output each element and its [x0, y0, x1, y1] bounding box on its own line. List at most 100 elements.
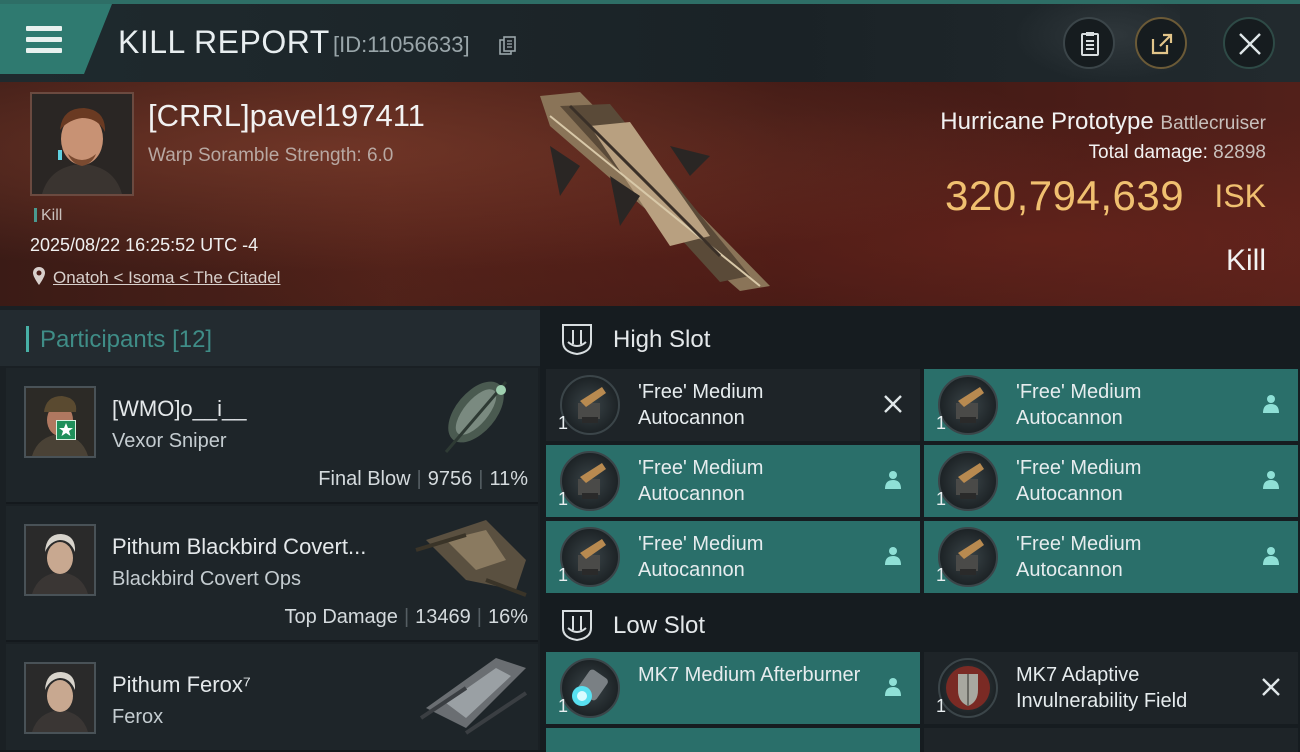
participant-stats: Top Damage | 13469 | 16%	[284, 606, 528, 628]
report-id: [ID:11056633]	[333, 32, 470, 57]
module-name: 'Free' Medium Autocannon	[1016, 381, 1142, 429]
victim-name[interactable]: [CRRL]pavel197411	[148, 98, 425, 134]
copy-icon[interactable]	[499, 36, 517, 56]
autocannon-icon	[560, 451, 620, 511]
isk-value: 320,794,639	[945, 172, 1185, 219]
autocannon-icon	[560, 527, 620, 587]
module-name: 'Free' Medium Autocannon	[638, 457, 764, 505]
participant-row[interactable]: [WMO]o__i__ Vexor Sniper Final Blow | 9756…	[6, 368, 538, 504]
module-quantity: 1	[936, 489, 947, 509]
participant-row[interactable]: Pithum Ferox⁷ Ferox	[6, 644, 538, 750]
module-item-partial[interactable]	[924, 728, 1298, 752]
module-item[interactable]: 1 'Free' Medium Autocannon	[924, 445, 1298, 517]
participant-name: Pithum Ferox⁷	[112, 672, 251, 697]
module-quantity: 1	[558, 565, 569, 585]
shield-module-icon	[938, 658, 998, 718]
module-item[interactable]: 1 'Free' Medium Autocannon	[924, 521, 1298, 593]
module-quantity: 1	[558, 696, 569, 716]
destroyed-icon	[1262, 678, 1280, 696]
module-item[interactable]: 1 'Free' Medium Autocannon	[546, 369, 920, 441]
participant-avatar	[24, 662, 96, 734]
dropped-person-icon	[885, 547, 901, 565]
participants-count: [12]	[172, 326, 213, 353]
hamburger-icon	[26, 26, 62, 54]
participant-damage: 9756	[427, 468, 473, 490]
participant-ship-image	[419, 658, 528, 735]
participant-row[interactable]: Pithum Blackbird Covert... Blackbird Cov…	[6, 506, 538, 642]
kill-tag: Kill	[34, 207, 62, 225]
module-item[interactable]: 1 MK7 Adaptive Invulnerability Field	[924, 652, 1298, 724]
module-quantity: 1	[558, 489, 569, 509]
participant-avatar	[24, 524, 96, 596]
result-label: Kill	[1225, 244, 1266, 277]
ship-name-text: Hurricane Prototype	[940, 108, 1154, 135]
module-item[interactable]: 1 MK7 Medium Afterburner	[546, 652, 920, 724]
autocannon-icon	[938, 451, 998, 511]
isk-unit: ISK	[1214, 178, 1266, 214]
module-quantity: 1	[936, 696, 947, 716]
participant-name: [WMO]o__i__	[112, 396, 247, 421]
high-slot-header: High Slot	[546, 310, 1296, 366]
participant-stat-label: Final Blow	[318, 468, 411, 490]
dropped-person-icon	[885, 471, 901, 489]
ship-class-text: Battlecruiser	[1160, 113, 1266, 134]
autocannon-icon	[938, 527, 998, 587]
module-item[interactable]: 1 'Free' Medium Autocannon	[546, 521, 920, 593]
participant-ship-image	[444, 381, 508, 453]
low-slot-header: Low Slot	[546, 596, 1296, 652]
dropped-person-icon	[1263, 395, 1279, 413]
kill-datetime: 2025/08/22 16:25:52 UTC -4	[30, 235, 259, 255]
dropped-person-icon	[1263, 547, 1279, 565]
share-icon	[1151, 33, 1173, 55]
participant-name: Pithum Blackbird Covert...	[112, 534, 367, 559]
module-item[interactable]: 1 'Free' Medium Autocannon	[546, 445, 920, 517]
dropped-person-icon	[885, 678, 901, 696]
low-slot-title: Low Slot	[613, 612, 706, 639]
participant-ship: Vexor Sniper	[112, 430, 227, 452]
high-slot-title: High Slot	[613, 326, 711, 353]
module-name: 'Free' Medium Autocannon	[638, 533, 764, 581]
participants-title-accent	[26, 326, 29, 352]
victim-portrait[interactable]	[30, 92, 134, 196]
module-quantity: 1	[558, 413, 569, 433]
afterburner-icon	[560, 658, 620, 718]
kill-tag-label: Kill	[41, 207, 63, 224]
clipboard-icon	[1081, 32, 1099, 56]
module-item-partial[interactable]	[546, 728, 920, 752]
module-name: 'Free' Medium Autocannon	[1016, 457, 1142, 505]
high-slot-icon	[562, 324, 592, 356]
share-button[interactable]	[1135, 17, 1187, 69]
close-icon	[1239, 33, 1261, 55]
participant-percent: 11%	[489, 468, 528, 490]
victim-avatar	[32, 94, 132, 194]
total-damage-label: Total damage:	[1088, 142, 1208, 163]
participant-percent: 16%	[487, 606, 528, 628]
module-name: MK7 Adaptive Invulnerability Field	[1016, 664, 1188, 712]
module-name: 'Free' Medium Autocannon	[1016, 533, 1142, 581]
participants-title: Participants [12]	[40, 326, 212, 354]
participant-stat-label: Top Damage	[284, 606, 398, 628]
participant-ship: Ferox	[112, 706, 164, 728]
autocannon-icon	[560, 375, 620, 435]
participant-stats: Final Blow | 9756 | 11%	[318, 468, 528, 490]
location-pin-icon	[33, 267, 45, 285]
participant-damage: 13469	[415, 606, 471, 628]
close-button[interactable]	[1223, 17, 1275, 69]
dropped-person-icon	[1263, 471, 1279, 489]
page-title: KILL REPORT	[118, 24, 330, 60]
module-quantity: 1	[936, 565, 947, 585]
low-slot-icon	[562, 610, 592, 642]
victim-ship-image	[540, 92, 770, 291]
clipboard-button[interactable]	[1063, 17, 1115, 69]
total-damage: Total damage: 82898	[1089, 142, 1266, 164]
module-name: MK7 Medium Afterburner	[638, 664, 861, 686]
module-name: 'Free' Medium Autocannon	[638, 381, 764, 429]
victim-ship-name[interactable]: Hurricane Prototype Battlecruiser	[940, 108, 1266, 136]
module-item[interactable]: 1 'Free' Medium Autocannon	[924, 369, 1298, 441]
destroyed-icon	[884, 395, 902, 413]
kill-location-link[interactable]: Onatoh < Isoma < The Citadel	[53, 268, 280, 288]
total-damage-value: 82898	[1213, 142, 1266, 163]
participant-ship: Blackbird Covert Ops	[112, 568, 301, 590]
participants-title-text: Participants	[40, 326, 166, 353]
warp-scramble-strength: Warp Soramble Strength: 6.0	[148, 145, 394, 166]
